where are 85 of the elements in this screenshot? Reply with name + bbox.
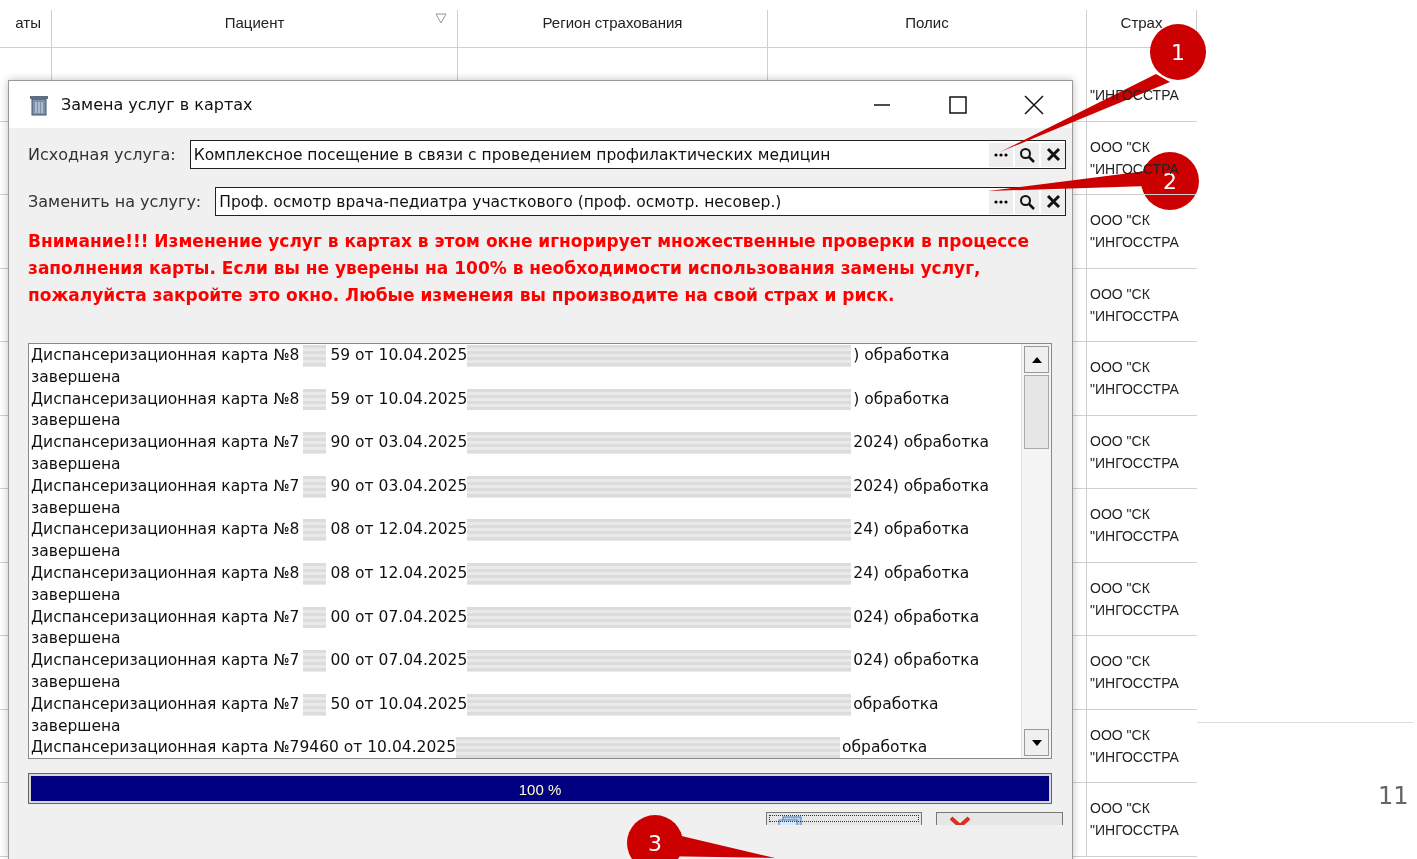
table-cell: ООО "СК "ИНГОССТРА bbox=[1087, 562, 1197, 636]
page-number: 11 bbox=[1378, 782, 1409, 810]
log-entry-text: 08 от 12.04.2025 bbox=[330, 519, 468, 541]
column-header[interactable]: Полис bbox=[905, 14, 949, 31]
log-entry-text: завершена bbox=[31, 410, 122, 432]
redaction-block bbox=[303, 345, 327, 367]
log-entry-text: Диспансеризационная карта №7 bbox=[31, 432, 300, 454]
table-cell: ООО "СК "ИНГОССТРА bbox=[1087, 342, 1197, 416]
scrollbar-thumb[interactable] bbox=[1024, 375, 1049, 449]
log-entry-text: завершена bbox=[31, 628, 122, 650]
log-entry-text: обработка bbox=[842, 737, 928, 758]
clear-icon[interactable] bbox=[1045, 147, 1061, 162]
log-entry-text: 50 от 10.04.2025 bbox=[330, 693, 468, 715]
search-icon[interactable] bbox=[1019, 193, 1035, 210]
field-label: Исходная услуга: bbox=[28, 145, 176, 164]
table-cell: ООО "СК "ИНГОССТРА bbox=[1087, 783, 1197, 857]
redaction-block bbox=[303, 475, 327, 498]
log-entry-text: 59 от 10.04.2025 bbox=[330, 388, 468, 410]
log-entry-text: 2024) обработка bbox=[853, 432, 990, 454]
log-entry-text: Диспансеризационная карта №7 bbox=[31, 606, 300, 628]
column-header[interactable]: Страх bbox=[1120, 14, 1163, 31]
window-title: Замена услуг в картах bbox=[61, 95, 253, 114]
column-header[interactable]: аты bbox=[15, 14, 41, 31]
warning-message: Внимание!!! Изменение услуг в картах в этом окне игнорирует множественные проверки в процессе заполнения карты. Если вы не уверены на 100% в необходимости использования замены услуг, пожалуйста закройте это окно. Любые изменеия вы производите на свой страх и риск. bbox=[28, 230, 1030, 307]
log-entry-text: ) обработка bbox=[853, 345, 950, 366]
redaction-block bbox=[303, 693, 327, 716]
log-entry-text: 08 от 12.04.2025 bbox=[330, 562, 468, 584]
log-entry-text: Диспансеризационная карта №7 bbox=[31, 693, 300, 715]
redaction-block bbox=[303, 432, 327, 454]
log-entry-text: 00 от 07.04.2025 bbox=[330, 606, 468, 628]
table-cell: ООО "СК "ИНГОССТРА bbox=[1087, 268, 1197, 342]
redaction-block bbox=[303, 388, 327, 411]
search-icon[interactable] bbox=[1019, 146, 1035, 163]
log-entry-text: Диспансеризационная карта №7 bbox=[31, 475, 300, 497]
redaction-block bbox=[303, 606, 327, 629]
table-cell: ООО "СК "ИНГОССТРА bbox=[1087, 415, 1197, 489]
log-entry-text: 024) обработка bbox=[853, 650, 980, 672]
log-entry-text: обработка bbox=[853, 693, 939, 715]
log-entry-text: 24) обработка bbox=[853, 562, 970, 584]
cancel-button[interactable] bbox=[936, 812, 1063, 825]
table-cell: ООО "СК "ИНГОССТРА bbox=[1087, 636, 1197, 710]
log-entry-text: 90 от 03.04.2025 bbox=[330, 475, 468, 497]
service-field[interactable]: Проф. осмотр врача-педиатра участкового (проф. осмотр. несовер.) bbox=[215, 187, 1066, 216]
log-entry-text: ) обработка bbox=[853, 388, 950, 410]
log-entry-text: Диспансеризационная карта №8 bbox=[31, 562, 300, 584]
log-entry-text: Диспансеризационная карта №8 bbox=[31, 388, 300, 410]
bin-icon bbox=[29, 93, 49, 116]
log-entry-text: Диспансеризационная карта №8 bbox=[31, 345, 300, 366]
column-header[interactable]: Регион страхования bbox=[542, 14, 683, 31]
log-entry-text: завершена bbox=[31, 671, 122, 693]
column-header[interactable]: Пациент bbox=[224, 14, 285, 31]
arrow-up-icon[interactable] bbox=[1030, 355, 1043, 364]
service-field[interactable]: Комплексное посещение в связи с проведением профилактических медицин bbox=[189, 140, 1066, 169]
log-entry-text: 90 от 03.04.2025 bbox=[330, 432, 468, 454]
arrow-down-icon[interactable] bbox=[1030, 738, 1043, 747]
redaction-block bbox=[303, 519, 327, 542]
scroll-up-button[interactable] bbox=[1024, 346, 1049, 373]
table-cell: ООО "СК "ИНГОССТРА bbox=[1087, 709, 1197, 783]
redaction-block bbox=[303, 650, 327, 672]
redaction-block bbox=[303, 562, 327, 585]
log-entry-text: 2024) обработка bbox=[853, 475, 990, 497]
field-label: Заменить на услугу: bbox=[28, 192, 202, 211]
log-entry-text: 00 от 07.04.2025 bbox=[330, 650, 468, 672]
scroll-down-button[interactable] bbox=[1024, 729, 1049, 756]
log-entry-text: Диспансеризационная карта №7 bbox=[31, 650, 300, 672]
log-entry-text: Диспансеризационная карта №8 bbox=[31, 519, 300, 541]
dots-icon[interactable] bbox=[994, 152, 1008, 157]
log-entry-text: 024) обработка bbox=[853, 606, 980, 628]
action-button[interactable] bbox=[766, 812, 922, 825]
log-entry-text: завершена bbox=[31, 366, 122, 388]
document-icon bbox=[777, 816, 803, 825]
log-entry-text: завершена bbox=[31, 715, 122, 737]
clear-icon[interactable] bbox=[1045, 194, 1061, 209]
log-entry-text: завершена bbox=[31, 454, 122, 475]
table-cell: ООО "СК "ИНГОССТРА bbox=[1087, 489, 1197, 563]
log-entry-text: 59 от 10.04.2025 bbox=[330, 345, 468, 366]
cross-icon bbox=[947, 816, 973, 825]
log-entry-text: 24) обработка bbox=[853, 519, 970, 541]
log-entry-text: завершена bbox=[31, 497, 122, 519]
progress-label: 100 % bbox=[518, 780, 562, 797]
log-entry-text: Диспансеризационная карта №79460 от 10.04.2025 bbox=[31, 737, 456, 758]
log-entry-text: завершена bbox=[31, 584, 122, 606]
dots-icon[interactable] bbox=[994, 199, 1008, 204]
log-entry-text: завершена bbox=[31, 541, 122, 563]
scrollbar[interactable] bbox=[1021, 344, 1051, 758]
